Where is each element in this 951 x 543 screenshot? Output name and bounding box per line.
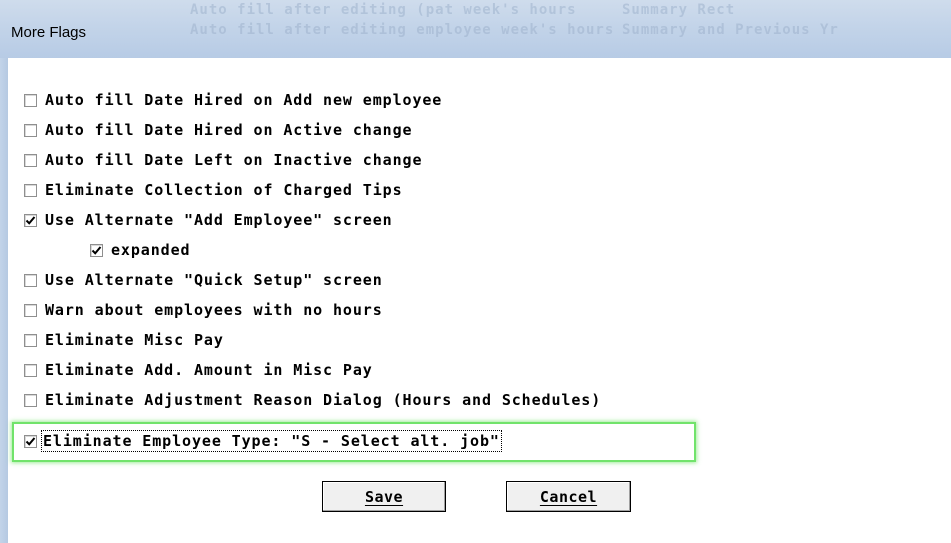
checkbox[interactable] bbox=[90, 243, 103, 257]
option-label: expanded bbox=[111, 241, 191, 259]
option-label: Auto fill Date Left on Inactive change bbox=[45, 151, 423, 169]
save-button[interactable]: Save bbox=[322, 481, 446, 512]
option-eliminate-add-amount[interactable]: Eliminate Add. Amount in Misc Pay bbox=[24, 359, 373, 381]
option-autofill-date-left-inactive[interactable]: Auto fill Date Left on Inactive change bbox=[24, 149, 422, 171]
option-label: Eliminate Adjustment Reason Dialog (Hour… bbox=[45, 391, 602, 409]
option-autofill-date-hired-add[interactable]: Auto fill Date Hired on Add new employee bbox=[24, 89, 442, 111]
checkbox[interactable] bbox=[24, 273, 37, 287]
background-text: Summary Rect bbox=[622, 2, 736, 18]
checkbox[interactable] bbox=[24, 213, 37, 227]
option-autofill-date-hired-active[interactable]: Auto fill Date Hired on Active change bbox=[24, 119, 412, 141]
option-alternate-add-employee[interactable]: Use Alternate "Add Employee" screen bbox=[24, 209, 393, 231]
option-label: Auto fill Date Hired on Add new employee bbox=[45, 91, 443, 109]
option-eliminate-misc-pay[interactable]: Eliminate Misc Pay bbox=[24, 329, 224, 351]
window-title: More Flags bbox=[11, 24, 87, 41]
checkbox[interactable] bbox=[24, 434, 37, 448]
option-label: Eliminate Misc Pay bbox=[45, 331, 224, 349]
checkbox[interactable] bbox=[24, 153, 37, 167]
checkmark-icon bbox=[25, 436, 36, 446]
option-eliminate-charged-tips[interactable]: Eliminate Collection of Charged Tips bbox=[24, 179, 403, 201]
option-eliminate-employee-type-s[interactable]: Eliminate Employee Type: "S - Select alt… bbox=[24, 430, 502, 452]
checkmark-icon bbox=[25, 215, 36, 225]
option-label: Eliminate Collection of Charged Tips bbox=[45, 181, 403, 199]
background-text: Auto fill after editing (pat week's hour… bbox=[190, 2, 577, 18]
option-label: Use Alternate "Quick Setup" screen bbox=[45, 271, 383, 289]
checkmark-icon bbox=[91, 245, 102, 255]
background-text: Summary and Previous Yr bbox=[622, 22, 839, 38]
checkbox[interactable] bbox=[24, 393, 37, 407]
option-expanded[interactable]: expanded bbox=[90, 239, 190, 261]
background-text: Auto fill after editing employee week's … bbox=[190, 22, 615, 38]
checkbox[interactable] bbox=[24, 363, 37, 377]
checkbox[interactable] bbox=[24, 123, 37, 137]
option-label: Auto fill Date Hired on Active change bbox=[45, 121, 413, 139]
checkbox[interactable] bbox=[24, 183, 37, 197]
option-label: Eliminate Employee Type: "S - Select alt… bbox=[41, 430, 502, 452]
option-label: Eliminate Add. Amount in Misc Pay bbox=[45, 361, 373, 379]
window-frame-left bbox=[0, 58, 8, 543]
cancel-button[interactable]: Cancel bbox=[506, 481, 631, 512]
option-eliminate-adjustment-reason[interactable]: Eliminate Adjustment Reason Dialog (Hour… bbox=[24, 389, 601, 411]
window-titlebar[interactable]: Auto fill after editing (pat week's hour… bbox=[0, 0, 951, 58]
checkbox[interactable] bbox=[24, 333, 37, 347]
option-label: Warn about employees with no hours bbox=[45, 301, 383, 319]
option-label: Use Alternate "Add Employee" screen bbox=[45, 211, 393, 229]
checkbox[interactable] bbox=[24, 93, 37, 107]
option-alternate-quick-setup[interactable]: Use Alternate "Quick Setup" screen bbox=[24, 269, 383, 291]
option-warn-no-hours[interactable]: Warn about employees with no hours bbox=[24, 299, 383, 321]
checkbox[interactable] bbox=[24, 303, 37, 317]
